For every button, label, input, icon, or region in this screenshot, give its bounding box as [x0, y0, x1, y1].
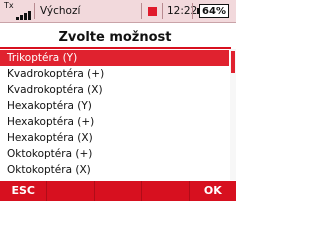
- softkey-bar: ESC OK: [0, 181, 236, 201]
- softkey-3[interactable]: [95, 181, 143, 201]
- option-list: Trikoptéra (Y) Kvadrokoptéra (+) Kvadrok…: [0, 50, 229, 178]
- model-name: Výchozí: [40, 5, 81, 17]
- option-item-selected[interactable]: Trikoptéra (Y): [0, 50, 229, 66]
- title-divider: [0, 47, 231, 49]
- scrollbar-thumb[interactable]: [231, 51, 235, 73]
- option-item[interactable]: Hexakoptéra (Y): [0, 98, 229, 114]
- esc-button[interactable]: ESC: [0, 181, 48, 201]
- option-item[interactable]: Hexakoptéra (X): [0, 130, 229, 146]
- option-item[interactable]: Oktokoptéra (X): [0, 162, 229, 178]
- battery-icon: 64%: [199, 4, 229, 18]
- option-item[interactable]: Hexakoptéra (+): [0, 114, 229, 130]
- record-square-icon: [148, 7, 157, 16]
- option-item[interactable]: Kvadrokoptéra (X): [0, 82, 229, 98]
- option-item[interactable]: Kvadrokoptéra (+): [0, 66, 229, 82]
- softkey-2[interactable]: [47, 181, 95, 201]
- option-item[interactable]: Oktokoptéra (+): [0, 146, 229, 162]
- softkey-4[interactable]: [142, 181, 190, 201]
- signal-bars-icon: [4, 10, 32, 20]
- status-bar: Tx Výchozí 12:22:40 64%: [0, 0, 236, 23]
- dialog-title: Zvolte možnost: [58, 30, 172, 45]
- tx-label: Tx: [4, 1, 14, 10]
- ok-button[interactable]: OK: [190, 181, 236, 201]
